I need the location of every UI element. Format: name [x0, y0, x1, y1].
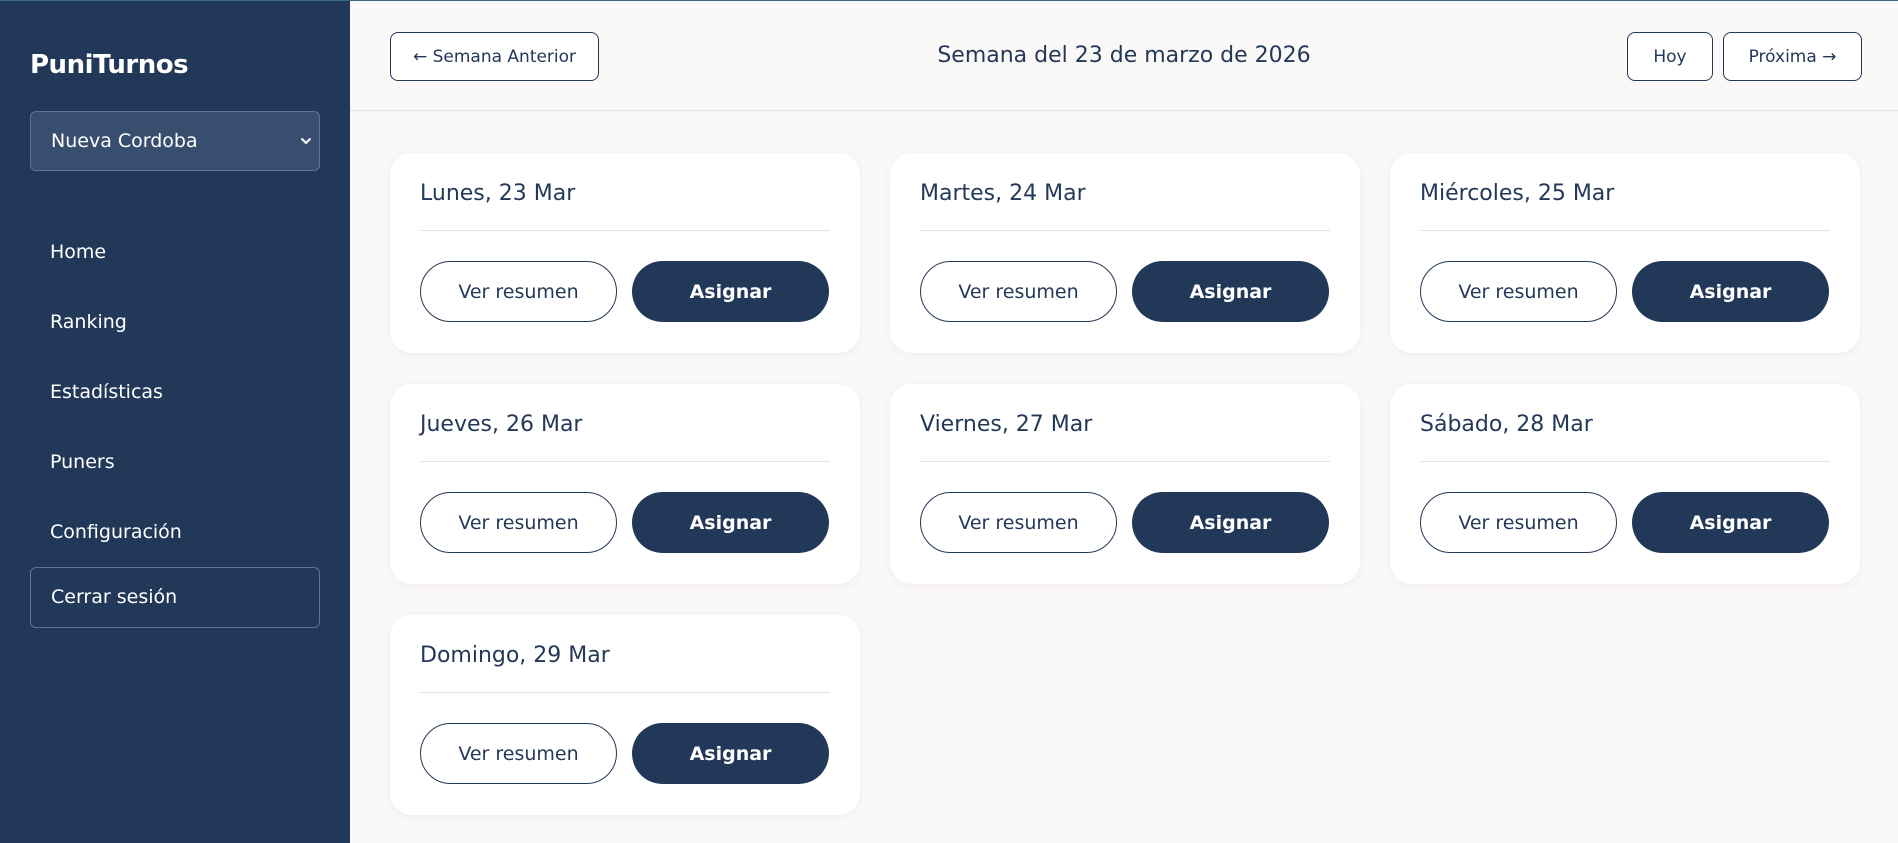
day-card: Viernes, 27 Mar Ver resumen Asignar	[890, 384, 1360, 584]
sidebar-item-home[interactable]: Home	[30, 217, 320, 287]
assign-button[interactable]: Asignar	[1132, 261, 1329, 322]
today-button[interactable]: Hoy	[1627, 32, 1713, 81]
day-card: Jueves, 26 Mar Ver resumen Asignar	[390, 384, 860, 584]
sidebar-item-estadisticas[interactable]: Estadísticas	[30, 357, 320, 427]
view-summary-button[interactable]: Ver resumen	[1420, 261, 1617, 322]
sidebar-item-puners[interactable]: Puners	[30, 427, 320, 497]
assign-button[interactable]: Asignar	[632, 492, 829, 553]
day-title: Miércoles, 25 Mar	[1420, 153, 1830, 231]
view-summary-button[interactable]: Ver resumen	[920, 261, 1117, 322]
view-summary-button[interactable]: Ver resumen	[1420, 492, 1617, 553]
view-summary-button[interactable]: Ver resumen	[920, 492, 1117, 553]
day-title: Viernes, 27 Mar	[920, 384, 1330, 462]
assign-button[interactable]: Asignar	[1632, 492, 1829, 553]
branch-select[interactable]: Nueva Cordoba	[30, 111, 320, 171]
day-title: Martes, 24 Mar	[920, 153, 1330, 231]
day-title: Domingo, 29 Mar	[420, 615, 830, 693]
logout-button[interactable]: Cerrar sesión	[30, 567, 320, 628]
assign-button[interactable]: Asignar	[632, 723, 829, 784]
view-summary-button[interactable]: Ver resumen	[420, 492, 617, 553]
view-summary-button[interactable]: Ver resumen	[420, 261, 617, 322]
app-root: PuniTurnos Nueva Cordoba Home Ranking Es…	[0, 0, 1898, 843]
branch-select-value: Nueva Cordoba	[51, 130, 198, 152]
day-card: Sábado, 28 Mar Ver resumen Asignar	[1390, 384, 1860, 584]
day-card: Martes, 24 Mar Ver resumen Asignar	[890, 153, 1360, 353]
brand-logo: PuniTurnos	[30, 50, 189, 80]
day-card: Domingo, 29 Mar Ver resumen Asignar	[390, 615, 860, 815]
assign-button[interactable]: Asignar	[632, 261, 829, 322]
assign-button[interactable]: Asignar	[1632, 261, 1829, 322]
week-header: Semana del 23 de marzo de 2026 ← Semana …	[350, 1, 1898, 111]
day-title: Sábado, 28 Mar	[1420, 384, 1830, 462]
sidebar-item-ranking[interactable]: Ranking	[30, 287, 320, 357]
day-title: Jueves, 26 Mar	[420, 384, 830, 462]
view-summary-button[interactable]: Ver resumen	[420, 723, 617, 784]
chevron-down-icon	[301, 138, 311, 144]
sidebar-nav: Home Ranking Estadísticas Puners Configu…	[30, 217, 320, 567]
previous-week-button[interactable]: ← Semana Anterior	[390, 32, 599, 81]
next-week-button[interactable]: Próxima →	[1723, 32, 1862, 81]
day-title: Lunes, 23 Mar	[420, 153, 830, 231]
assign-button[interactable]: Asignar	[1132, 492, 1329, 553]
main-content: Semana del 23 de marzo de 2026 ← Semana …	[350, 1, 1898, 843]
sidebar: PuniTurnos Nueva Cordoba Home Ranking Es…	[0, 1, 350, 843]
day-card: Miércoles, 25 Mar Ver resumen Asignar	[1390, 153, 1860, 353]
days-grid: Lunes, 23 Mar Ver resumen Asignar Martes…	[390, 153, 1860, 815]
sidebar-item-configuracion[interactable]: Configuración	[30, 497, 320, 567]
day-card: Lunes, 23 Mar Ver resumen Asignar	[390, 153, 860, 353]
